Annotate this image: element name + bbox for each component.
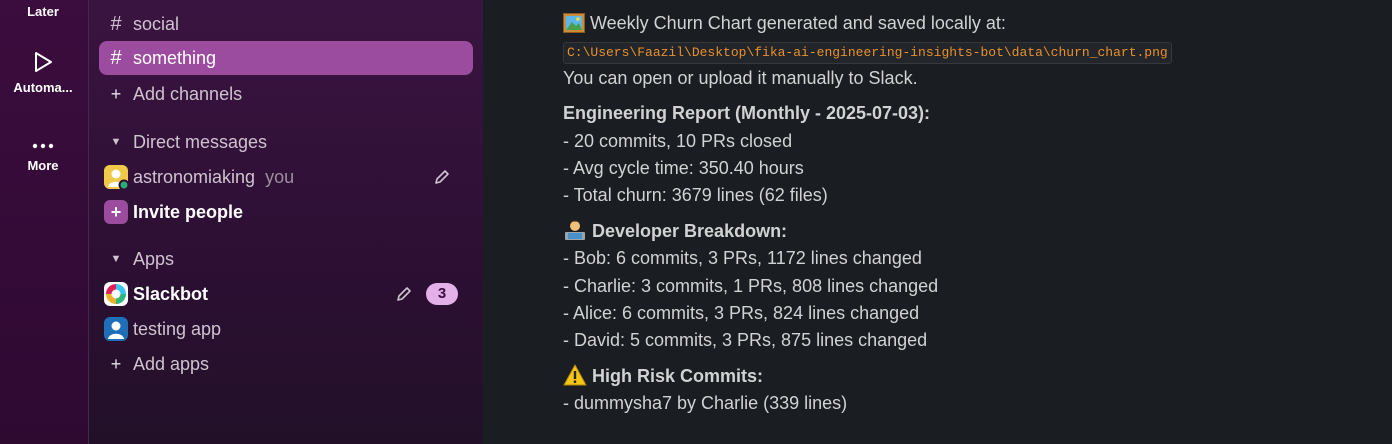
add-channels-button[interactable]: + Add channels — [99, 77, 473, 111]
section-apps[interactable]: ▼ Apps — [99, 242, 473, 276]
chart-line: Weekly Churn Chart generated and saved l… — [563, 10, 1363, 37]
pencil-icon[interactable] — [395, 285, 413, 303]
app-name: Slackbot — [133, 283, 209, 304]
plus-icon: + — [110, 353, 122, 374]
breakdown-line: - Charlie: 3 commits, 1 PRs, 808 lines c… — [563, 275, 939, 296]
open-line: You can open or upload it manually to Sl… — [563, 67, 918, 88]
section-label: Direct messages — [133, 131, 268, 152]
hash-icon: # — [110, 46, 122, 69]
rail-more-label: More — [27, 158, 59, 173]
chart-line-text: Weekly Churn Chart generated and saved l… — [590, 13, 1006, 33]
add-apps-button[interactable]: + Add apps — [99, 347, 473, 381]
app-name: testing app — [133, 318, 222, 339]
report-line: - Total churn: 3679 lines (62 files) — [563, 185, 828, 206]
risk-line: - dummysha7 by Charlie (339 lines) — [563, 393, 848, 414]
rail-later-label: Later — [27, 4, 59, 19]
breakdown-title-row: Developer Breakdown: — [563, 218, 1363, 245]
risk-title-row: High Risk Commits: — [563, 363, 1363, 390]
add-apps-label: Add apps — [133, 353, 210, 374]
app-item-slackbot[interactable]: Slackbot 3 — [99, 277, 473, 311]
dm-user-name: astronomiaking — [133, 166, 256, 187]
app-item-testing-app[interactable]: testing app — [99, 312, 473, 346]
user-avatar-icon — [104, 165, 130, 191]
dm-item-astronomiaking[interactable]: astronomiaking you — [99, 160, 473, 194]
pencil-icon[interactable] — [433, 168, 451, 186]
breakdown-line: - David: 5 commits, 3 PRs, 875 lines cha… — [563, 330, 928, 351]
more-dots-icon — [32, 143, 54, 149]
warning-emoji — [563, 364, 587, 386]
caret-down-icon: ▼ — [110, 136, 122, 148]
unread-badge: 3 — [426, 283, 458, 305]
avatar — [104, 165, 130, 191]
report-line: - Avg cycle time: 350.40 hours — [563, 158, 804, 179]
channel-sidebar: # social # something + Add channels ▼ Di… — [88, 0, 484, 444]
dm-you-label: you — [265, 166, 295, 187]
breakdown-line: - Bob: 6 commits, 3 PRs, 1172 lines chan… — [563, 248, 922, 269]
avatar — [104, 317, 128, 341]
message-pane: Weekly Churn Chart generated and saved l… — [483, 0, 1392, 444]
report-line: - 20 commits, 10 PRs closed — [563, 130, 793, 151]
add-channels-label: Add channels — [133, 83, 243, 104]
rail-automations-label: Automa... — [13, 80, 73, 95]
channel-name: something — [133, 47, 217, 68]
breakdown-line: - Alice: 6 commits, 3 PRs, 824 lines cha… — [563, 303, 920, 324]
section-label: Apps — [133, 248, 175, 269]
section-direct-messages[interactable]: ▼ Direct messages — [99, 125, 473, 159]
hash-icon: # — [110, 12, 122, 35]
plus-icon: + — [110, 83, 122, 104]
rail-automations[interactable]: Automa... — [0, 50, 86, 95]
rail-more[interactable]: More — [0, 140, 86, 173]
invite-people-label: Invite people — [133, 201, 244, 222]
technologist-emoji — [565, 220, 585, 240]
breakdown-title: Developer Breakdown: — [592, 220, 788, 241]
caret-down-icon: ▼ — [110, 253, 122, 265]
invite-people-button[interactable]: + Invite people — [99, 195, 473, 229]
framed-picture-emoji — [563, 13, 585, 33]
report-title: Engineering Report (Monthly - 2025-07-03… — [563, 103, 931, 124]
plus-box-icon: + — [104, 200, 128, 224]
chart-path-code: C:\Users\Faazil\Desktop\fika-ai-engineer… — [563, 42, 1172, 65]
risk-title: High Risk Commits: — [592, 365, 764, 386]
slackbot-icon — [104, 282, 128, 306]
channel-name: social — [133, 13, 180, 34]
slackbot-avatar — [104, 282, 128, 306]
bot-message: Weekly Churn Chart generated and saved l… — [563, 10, 1363, 418]
workspace-rail: Later Automa... More — [0, 0, 88, 444]
rail-later[interactable]: Later — [0, 4, 86, 19]
channel-item-social[interactable]: # social — [99, 7, 473, 41]
channel-item-something[interactable]: # something — [99, 41, 473, 75]
user-avatar-icon — [104, 317, 128, 341]
play-icon — [35, 52, 52, 72]
